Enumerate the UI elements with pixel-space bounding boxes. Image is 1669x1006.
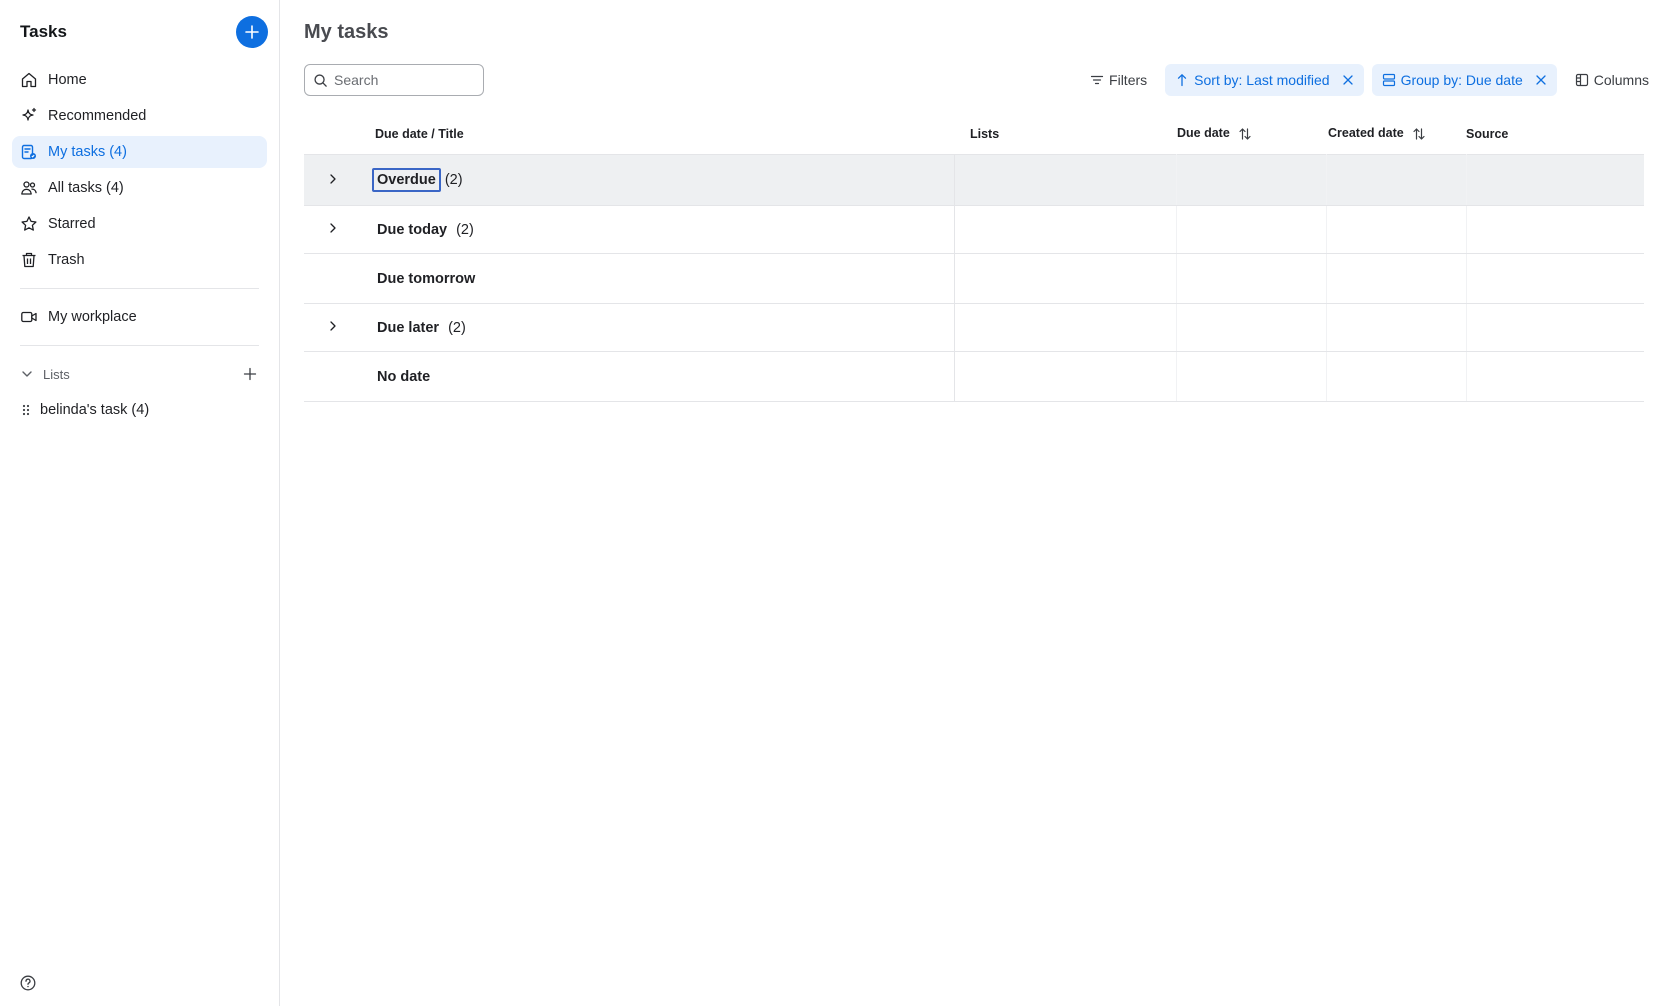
help-icon[interactable]: [19, 974, 37, 992]
column-header-due-date[interactable]: Due date: [1176, 114, 1326, 154]
search-box[interactable]: [304, 64, 484, 96]
sidebar-divider: [20, 345, 259, 346]
sidebar-item-trash[interactable]: Trash: [12, 244, 267, 276]
columns-button[interactable]: Columns: [1565, 64, 1659, 96]
sort-chip[interactable]: Sort by: Last modified: [1165, 64, 1364, 96]
group-row-due-later[interactable]: Due later (2): [304, 303, 1644, 352]
chevron-right-icon[interactable]: [327, 222, 339, 234]
chevron-down-icon: [22, 371, 32, 377]
chevron-right-icon[interactable]: [327, 173, 339, 185]
sidebar-item-starred[interactable]: Starred: [12, 208, 267, 240]
sidebar-item-my-tasks[interactable]: My tasks (4): [12, 136, 267, 168]
toolbar-actions: Filters Sort by: Last modified Group by:…: [1072, 64, 1659, 96]
arrow-up-icon: [1178, 74, 1187, 87]
group-label[interactable]: Due today: [372, 218, 452, 242]
group-row-overdue[interactable]: Overdue (2): [304, 153, 1644, 206]
tasks-table: Due date / Title Lists Due date Created …: [304, 114, 1644, 402]
my-tasks-icon: [21, 144, 36, 160]
sidebar-item-my-workplace[interactable]: My workplace: [12, 301, 267, 333]
sidebar-nav: Home Recommended My tasks (4) All tasks …: [0, 64, 279, 276]
columns-icon: [1575, 73, 1588, 87]
sidebar-divider: [20, 288, 259, 289]
sidebar-workplace-section: My workplace: [0, 301, 279, 333]
group-count: (2): [456, 221, 474, 238]
group-label[interactable]: No date: [372, 365, 435, 389]
sidebar-item-home[interactable]: Home: [12, 64, 267, 96]
plus-icon: [243, 367, 257, 381]
list-item-belindas-task[interactable]: belinda's task (4): [0, 394, 279, 426]
group-row-due-today[interactable]: Due today (2): [304, 205, 1644, 254]
star-icon: [21, 216, 37, 231]
search-icon: [314, 73, 327, 87]
column-header-title: Due date / Title: [375, 126, 464, 141]
close-icon[interactable]: [1342, 74, 1354, 86]
sidebar-item-label: Starred: [48, 216, 96, 232]
sort-chip-label: Sort by: Last modified: [1194, 72, 1330, 88]
sidebar-item-label: My tasks (4): [48, 144, 127, 160]
group-label[interactable]: Due tomorrow: [372, 267, 480, 291]
lists-toggle[interactable]: Lists: [20, 367, 70, 382]
toolbar: Filters Sort by: Last modified Group by:…: [304, 64, 1669, 96]
table-header-row: Due date / Title Lists Due date Created …: [304, 114, 1644, 154]
chevron-right-icon[interactable]: [327, 320, 339, 332]
sparkle-icon: [22, 107, 37, 121]
people-icon: [21, 181, 37, 195]
group-count: (2): [444, 172, 463, 188]
sort-icon[interactable]: [1412, 127, 1426, 141]
home-icon: [21, 72, 37, 88]
sidebar-item-recommended[interactable]: Recommended: [12, 100, 267, 132]
sidebar-item-label: My workplace: [48, 309, 137, 325]
sidebar-item-label: Home: [48, 72, 87, 88]
column-header-lists: Lists: [970, 126, 1000, 141]
page-title: My tasks: [304, 20, 389, 43]
group-icon: [1382, 73, 1395, 87]
sidebar: Tasks Home Recommended My tasks (4) All …: [0, 0, 280, 1006]
filters-label: Filters: [1109, 72, 1148, 88]
group-chip-label: Group by: Due date: [1400, 72, 1523, 88]
add-task-button[interactable]: [236, 16, 268, 48]
column-header-created-date[interactable]: Created date: [1326, 114, 1466, 154]
group-row-no-date[interactable]: No date: [304, 351, 1644, 402]
video-icon: [21, 311, 37, 323]
sidebar-item-label: Recommended: [48, 108, 147, 124]
group-count: (2): [448, 319, 466, 336]
caret-column-header: [304, 114, 361, 154]
group-row-due-tomorrow[interactable]: Due tomorrow: [304, 253, 1644, 304]
drag-handle-icon[interactable]: [20, 404, 32, 416]
columns-label: Columns: [1593, 72, 1649, 88]
sidebar-title: Tasks: [20, 22, 67, 41]
close-icon[interactable]: [1535, 74, 1547, 86]
sidebar-item-all-tasks[interactable]: All tasks (4): [12, 172, 267, 204]
filters-button[interactable]: Filters: [1080, 64, 1157, 96]
sidebar-header: Tasks: [0, 0, 279, 64]
group-label[interactable]: Overdue: [372, 168, 441, 192]
sidebar-item-label: Trash: [48, 252, 85, 268]
main-content: My tasks Filters Sort by: Last modified: [280, 0, 1669, 1006]
group-chip[interactable]: Group by: Due date: [1371, 64, 1557, 96]
lists-section-header: Lists: [0, 358, 279, 390]
filter-icon: [1090, 75, 1104, 85]
sort-icon[interactable]: [1238, 127, 1252, 141]
lists-section-label: Lists: [43, 366, 70, 382]
sidebar-item-label: All tasks (4): [48, 180, 124, 196]
add-list-button[interactable]: [241, 365, 259, 383]
trash-icon: [22, 252, 36, 268]
list-item-label: belinda's task (4): [40, 402, 150, 418]
plus-icon: [245, 25, 259, 39]
search-input[interactable]: [334, 72, 474, 88]
column-header-source: Source: [1466, 126, 1509, 141]
group-label[interactable]: Due later: [372, 316, 444, 340]
